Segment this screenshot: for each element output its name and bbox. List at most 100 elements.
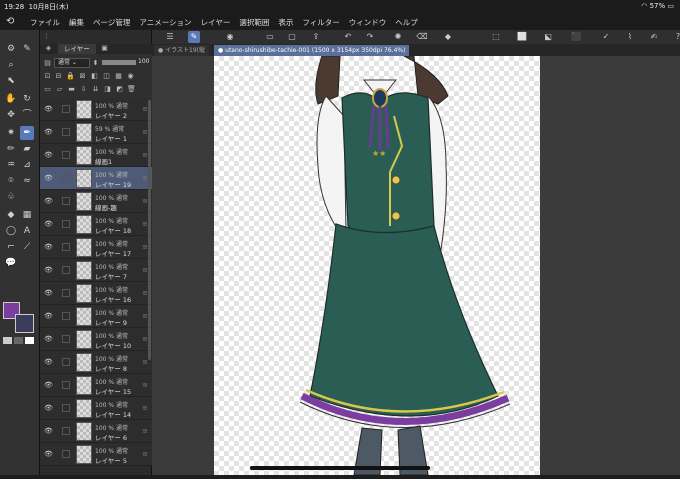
visibility-eye-icon[interactable]: 👁: [44, 289, 53, 297]
eyedropper-icon[interactable]: ⊿: [20, 158, 34, 172]
ref-layer-icon[interactable]: ⊟: [54, 72, 63, 81]
pen-settings-icon[interactable]: ✍: [648, 31, 660, 43]
loading-icon[interactable]: ✺: [392, 31, 404, 43]
blend-mode-select[interactable]: 通常 ⌄: [54, 58, 90, 68]
layer-select-checkbox[interactable]: [62, 151, 70, 159]
drag-handle-icon[interactable]: ≡: [142, 450, 148, 458]
new-vector-layer-icon[interactable]: ▱: [55, 85, 64, 94]
tab-extra-icon[interactable]: ▣: [100, 44, 109, 53]
decoration-icon[interactable]: ♧: [4, 190, 18, 204]
layer-row[interactable]: 👁 100 % 通常 レイヤー 6 ≡: [40, 420, 152, 443]
color-chip-mid[interactable]: [14, 337, 23, 344]
menu-window[interactable]: ウィンドウ: [349, 17, 387, 28]
layer-row[interactable]: 👁 100 % 通常 レイヤー 10 ≡: [40, 328, 152, 351]
visibility-eye-icon[interactable]: 👁: [44, 266, 53, 274]
brush-icon[interactable]: ♒: [4, 158, 18, 172]
layer-select-checkbox[interactable]: [62, 335, 70, 343]
blend-icon[interactable]: ≈: [20, 174, 34, 188]
layer-row[interactable]: 👁 100 % 通常 レイヤー 2 ≡: [40, 98, 152, 121]
drag-handle-icon[interactable]: ≡: [142, 358, 148, 366]
lasso-icon[interactable]: ⌒: [20, 108, 34, 122]
visibility-eye-icon[interactable]: 👁: [44, 243, 53, 251]
clear-icon[interactable]: ⌫: [416, 31, 428, 43]
sub-color-swatch[interactable]: [15, 314, 34, 333]
layer-select-checkbox[interactable]: [62, 174, 70, 182]
layer-select-checkbox[interactable]: [62, 381, 70, 389]
doc-tab-inactive[interactable]: ● イラスト19(縦: [154, 45, 210, 56]
ruler-icon[interactable]: ⟋: [20, 240, 34, 254]
lock-alpha-icon[interactable]: ⊠: [78, 72, 87, 81]
layer-row[interactable]: 👁 59 % 通常 レイヤー 1 ≡: [40, 121, 152, 144]
gradient-icon[interactable]: ▦: [20, 208, 34, 222]
new-raster-layer-icon[interactable]: ▭: [43, 85, 52, 94]
cmd-icon-2[interactable]: ▢: [286, 31, 298, 43]
visibility-eye-icon[interactable]: 👁: [44, 151, 53, 159]
visibility-eye-icon[interactable]: 👁: [44, 335, 53, 343]
visibility-eye-icon[interactable]: 👁: [44, 404, 53, 412]
combine-icon[interactable]: ⇊: [91, 85, 100, 94]
opacity-slider[interactable]: [102, 60, 136, 65]
menu-view[interactable]: 表示: [278, 17, 293, 28]
visibility-eye-icon[interactable]: 👁: [44, 128, 53, 136]
cmd-icon-3[interactable]: ⇪: [310, 31, 322, 43]
layer-select-checkbox[interactable]: [62, 128, 70, 136]
layer-row[interactable]: 👁 100 % 通常 レイヤー 15 ≡: [40, 374, 152, 397]
visibility-eye-icon[interactable]: 👁: [44, 197, 53, 205]
undo-icon[interactable]: ↶: [342, 31, 354, 43]
visibility-eye-icon[interactable]: 👁: [44, 105, 53, 113]
new-folder-icon[interactable]: ▬: [67, 85, 76, 94]
brush-size-icon[interactable]: ⌇: [624, 31, 636, 43]
layer-select-checkbox[interactable]: [62, 358, 70, 366]
menu-edit[interactable]: 編集: [69, 17, 84, 28]
layer-row[interactable]: 👁 100 % 通常 レイヤー 8 ≡: [40, 351, 152, 374]
tab-layer[interactable]: レイヤー: [58, 44, 96, 54]
menu-file[interactable]: ファイル: [30, 17, 60, 28]
hand-icon[interactable]: ✋: [4, 92, 18, 106]
visibility-eye-icon[interactable]: 👁: [44, 381, 53, 389]
menu-selection[interactable]: 選択範囲: [239, 17, 269, 28]
visibility-eye-icon[interactable]: 👁: [44, 220, 53, 228]
select-all-icon[interactable]: ⬛: [570, 31, 582, 43]
rotate-icon[interactable]: ↻: [20, 92, 34, 106]
layer-select-checkbox[interactable]: [62, 450, 70, 458]
layer-select-checkbox[interactable]: [62, 105, 70, 113]
clip-icon[interactable]: ⊡: [43, 72, 52, 81]
transform-icon[interactable]: ⬚: [490, 31, 502, 43]
doc-tab-active[interactable]: ● utano-shirushibe-tachie-001 (1500 x 31…: [214, 45, 410, 56]
move-icon[interactable]: ✥: [4, 108, 18, 122]
menu-animation[interactable]: アニメーション: [139, 17, 191, 28]
lock-transparent-icon[interactable]: 🔒: [66, 72, 75, 81]
fill-icon[interactable]: ◆: [4, 208, 18, 222]
layer-select-checkbox[interactable]: [62, 197, 70, 205]
transfer-down-icon[interactable]: ⇩: [79, 85, 88, 94]
visibility-eye-icon[interactable]: 👁: [44, 427, 53, 435]
menu-filter[interactable]: フィルター: [302, 17, 339, 28]
layer-select-checkbox[interactable]: [62, 289, 70, 297]
text-icon[interactable]: A: [20, 224, 34, 238]
layer-row[interactable]: 👁 100 % 通常 レイヤー 5 ≡: [40, 443, 152, 466]
invert-selection-icon[interactable]: ⬕: [542, 31, 554, 43]
airbrush-icon[interactable]: ⌾: [4, 174, 18, 188]
menu-page[interactable]: ページ管理: [93, 17, 130, 28]
canvas-paper[interactable]: ★★: [214, 55, 540, 476]
drag-handle-icon[interactable]: ≡: [142, 381, 148, 389]
frame-icon[interactable]: ⌐: [4, 240, 18, 254]
visibility-eye-icon[interactable]: 👁: [44, 312, 53, 320]
visibility-eye-icon[interactable]: 👁: [44, 450, 53, 458]
edit-mode-icon[interactable]: ✎: [188, 31, 200, 43]
visibility-eye-icon[interactable]: 👁: [44, 174, 53, 182]
layer-row[interactable]: 👁 100 % 通常 レイヤー 9 ≡: [40, 305, 152, 328]
layer-row[interactable]: 👁 100 % 通常 レイヤー 17 ≡: [40, 236, 152, 259]
pen-tool-icon[interactable]: ✒: [20, 126, 34, 140]
delete-layer-icon[interactable]: 🗑: [127, 85, 136, 94]
layer-list-scrollbar[interactable]: [148, 100, 151, 360]
balloon-icon[interactable]: 💬: [4, 256, 18, 270]
layer-row[interactable]: 👁 100 % 通常 レイヤー 14 ≡: [40, 397, 152, 420]
layer-row[interactable]: 👁 100 % 通常 線画-趣 ≡: [40, 190, 152, 213]
layer-select-checkbox[interactable]: [62, 220, 70, 228]
eraser-icon[interactable]: ▰: [20, 142, 34, 156]
layer-select-checkbox[interactable]: [62, 243, 70, 251]
layer-select-checkbox[interactable]: [62, 266, 70, 274]
figure-icon[interactable]: ◯: [4, 224, 18, 238]
color-ref-icon[interactable]: ◉: [126, 72, 135, 81]
